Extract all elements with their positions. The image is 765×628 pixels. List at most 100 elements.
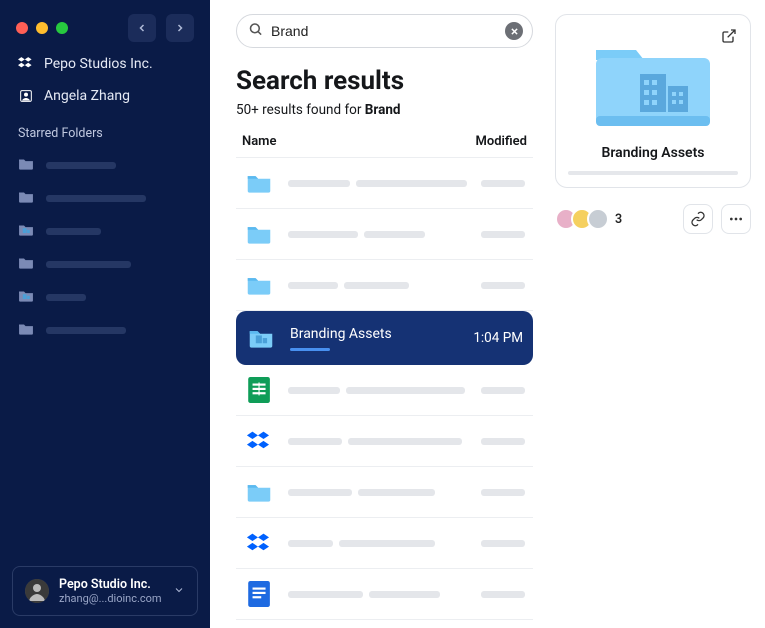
placeholder-text: [46, 162, 116, 169]
folder-icon: [244, 272, 274, 298]
placeholder-text: [481, 540, 525, 547]
account-email: zhang@...dioinc.com: [59, 592, 162, 605]
sidebar-starred-item[interactable]: [0, 281, 210, 314]
result-row[interactable]: [236, 467, 533, 518]
account-name: Pepo Studio Inc.: [59, 577, 162, 592]
org-row[interactable]: Pepo Studios Inc.: [0, 48, 210, 80]
nav-forward-button[interactable]: [166, 14, 194, 42]
main-content: Search results 50+ results found for Bra…: [210, 0, 555, 628]
external-link-icon: [721, 28, 737, 44]
placeholder-text: [481, 591, 525, 598]
placeholder-text: [288, 180, 481, 187]
ellipsis-icon: [728, 211, 744, 227]
avatar: [25, 579, 49, 603]
folder-icon: [18, 255, 34, 274]
preview-thumbnail: [568, 27, 738, 137]
placeholder-text: [481, 282, 525, 289]
placeholder-text: [46, 228, 101, 235]
sidebar-starred-item[interactable]: [0, 314, 210, 347]
placeholder-text: [481, 387, 525, 394]
building-folder-icon: [18, 288, 34, 307]
org-name: Pepo Studios Inc.: [44, 56, 153, 72]
result-row[interactable]: [236, 365, 533, 416]
maximize-window-icon[interactable]: [56, 22, 68, 34]
column-modified[interactable]: Modified: [475, 134, 527, 149]
folder-icon: [18, 156, 34, 175]
avatar[interactable]: [587, 208, 609, 230]
clear-search-button[interactable]: [505, 22, 523, 40]
placeholder-text: [481, 180, 525, 187]
chevron-right-icon: [174, 22, 186, 34]
search-input[interactable]: [236, 14, 533, 48]
preview-card: Branding Assets: [555, 14, 751, 188]
search-icon: [248, 22, 263, 41]
placeholder-text: [46, 294, 86, 301]
placeholder-text: [46, 195, 146, 202]
placeholder-text: [46, 327, 126, 334]
link-icon: [690, 211, 706, 227]
dropbox-icon: [18, 56, 34, 72]
result-row[interactable]: [236, 416, 533, 467]
placeholder-text: [288, 489, 481, 496]
placeholder-text: [288, 231, 481, 238]
more-actions-button[interactable]: [721, 204, 751, 234]
results-subtitle: 50+ results found for Brand: [236, 102, 533, 118]
minimize-window-icon[interactable]: [36, 22, 48, 34]
sidebar-starred-item[interactable]: [0, 215, 210, 248]
placeholder-text: [288, 438, 481, 445]
list-header: Name Modified: [236, 134, 533, 158]
result-row[interactable]: [236, 518, 533, 569]
result-row[interactable]: Branding Assets1:04 PM: [236, 311, 533, 365]
preview-panel: Branding Assets 3: [555, 0, 765, 628]
starred-folders-label: Starred Folders: [0, 112, 210, 149]
placeholder-text: [288, 387, 481, 394]
result-row[interactable]: [236, 569, 533, 620]
result-row[interactable]: [236, 260, 533, 311]
folder-building-icon: [246, 325, 276, 351]
result-row[interactable]: [236, 158, 533, 209]
placeholder-text: [46, 261, 131, 268]
placeholder-text: [481, 489, 525, 496]
chevron-left-icon: [136, 22, 148, 34]
user-name: Angela Zhang: [44, 88, 130, 104]
chevron-down-icon: [173, 581, 185, 600]
copy-link-button[interactable]: [683, 204, 713, 234]
folder-icon: [244, 221, 274, 247]
search-bar: [236, 14, 533, 48]
result-row[interactable]: [236, 209, 533, 260]
dropbox-icon: [244, 530, 274, 556]
placeholder-text: [288, 282, 481, 289]
nav-back-button[interactable]: [128, 14, 156, 42]
column-name[interactable]: Name: [242, 134, 276, 149]
folder-icon: [18, 189, 34, 208]
close-window-icon[interactable]: [16, 22, 28, 34]
avatar-count[interactable]: 3: [615, 212, 622, 227]
result-modified: 1:04 PM: [473, 330, 523, 346]
preview-title: Branding Assets: [568, 145, 738, 161]
sheet-icon: [244, 377, 274, 403]
preview-toolbar: 3: [555, 204, 751, 234]
folder-icon: [244, 170, 274, 196]
account-switcher[interactable]: Pepo Studio Inc. zhang@...dioinc.com: [12, 566, 198, 616]
user-icon: [18, 88, 34, 104]
window-controls: [0, 14, 210, 42]
user-row[interactable]: Angela Zhang: [0, 80, 210, 112]
result-row[interactable]: [236, 620, 533, 628]
preview-progress-bar: [568, 171, 738, 175]
placeholder-text: [288, 540, 481, 547]
dropbox-icon: [244, 428, 274, 454]
sidebar-starred-item[interactable]: [0, 149, 210, 182]
results-list: Branding Assets1:04 PM: [236, 158, 533, 628]
result-name: Branding Assets: [290, 326, 473, 351]
folder-icon: [244, 479, 274, 505]
sidebar: Pepo Studios Inc. Angela Zhang Starred F…: [0, 0, 210, 628]
placeholder-text: [288, 591, 481, 598]
close-icon: [510, 27, 519, 36]
placeholder-text: [481, 438, 525, 445]
doc-icon: [244, 581, 274, 607]
sidebar-starred-item[interactable]: [0, 182, 210, 215]
page-title: Search results: [236, 66, 533, 96]
sidebar-starred-item[interactable]: [0, 248, 210, 281]
open-external-button[interactable]: [718, 25, 740, 47]
folder-icon: [18, 321, 34, 340]
